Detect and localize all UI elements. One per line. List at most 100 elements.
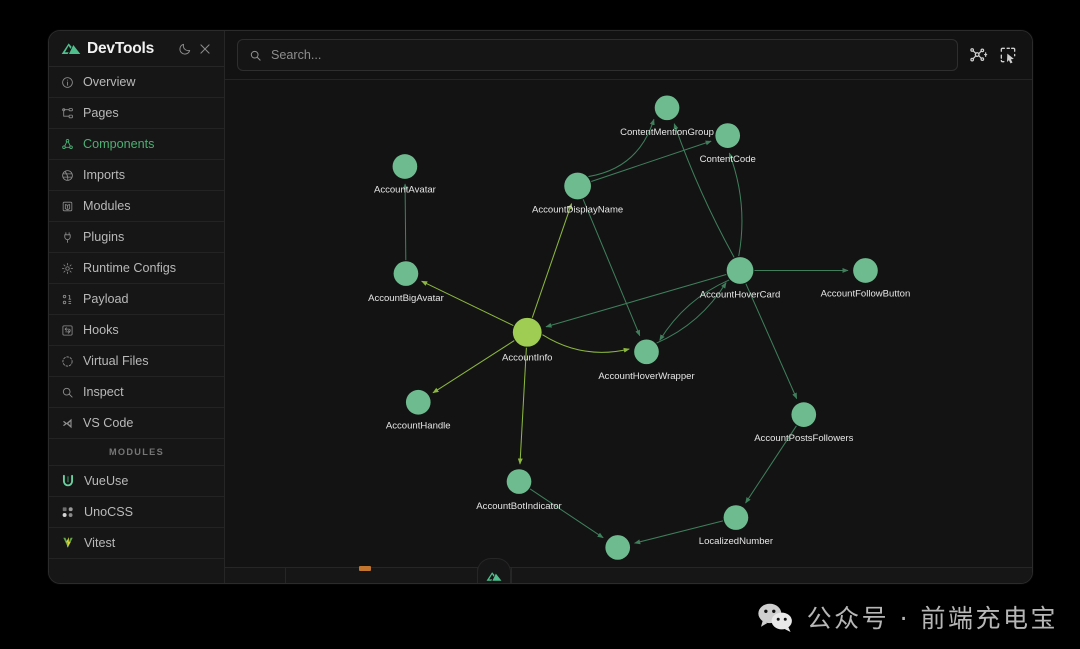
sidebar-item-label: Virtual Files [83,354,149,368]
nuxt-tab-button[interactable] [477,558,511,583]
graph-node-label: AccountFollowButton [821,289,911,300]
sidebar-item-label: Runtime Configs [83,261,177,275]
vitest-icon [61,536,75,550]
dashed-circle-icon [61,355,74,368]
graph-edge [745,283,798,400]
graph-node[interactable]: AccountBotIndicator [476,469,563,512]
graph-node[interactable]: AccountHandle [386,389,451,432]
component-graph[interactable]: ContentMentionGroup ContentCode AccountAva… [225,79,1032,567]
search-input[interactable] [271,48,946,62]
graph-node-circle[interactable] [853,258,878,283]
sidebar: DevTools Overview Pages Components Impor… [49,31,225,583]
sidebar-item-modules[interactable]: Modules [49,191,224,222]
graph-edge [432,340,515,394]
payload-icon [61,293,74,306]
graph-node[interactable]: AccountFollowButton [821,258,911,300]
sidebar-item-inspect[interactable]: Inspect [49,377,224,408]
sidebar-module-unocss[interactable]: UnoCSS [49,497,224,528]
graph-node-circle[interactable] [564,172,591,200]
graph-node-label: AccountHoverWrapper [598,371,695,382]
graph-node[interactable]: ContentMentionGroup [620,95,714,138]
graph-node-circle[interactable] [723,505,749,530]
imports-icon [61,169,74,182]
status-divider [511,568,512,583]
info-circle-icon [61,76,74,89]
graph-node-circle[interactable] [405,389,431,415]
sidebar-item-label: Components [83,137,155,151]
search-box[interactable] [237,39,958,71]
graph-settings-icon[interactable] [968,45,988,65]
graph-node-circle[interactable] [726,257,754,284]
sidebar-item-pages[interactable]: Pages [49,98,224,129]
graph-node-circle[interactable] [634,339,659,365]
graph-node[interactable]: AccountPostsFollowers [754,402,854,444]
vueuse-icon [61,474,75,488]
graph-edge [529,488,604,539]
devtools-panel: DevTools Overview Pages Components Impor… [48,30,1033,584]
graph-node-label: AccountHoverCard [700,290,781,301]
graph-node-circle[interactable] [392,154,418,179]
graph-edge [591,140,712,182]
sidebar-item-virtual-files[interactable]: Virtual Files [49,346,224,377]
close-icon[interactable] [198,42,212,56]
graph-node-circle[interactable] [393,261,419,286]
sidebar-item-label: Pages [83,106,119,120]
sidebar-module-label: UnoCSS [84,505,133,519]
moon-icon[interactable] [178,42,192,56]
brand-title: DevTools [87,39,155,57]
sidebar-item-label: VS Code [83,416,134,430]
graph-node[interactable]: CommonTooltip [585,535,651,567]
vscode-icon [61,417,74,430]
sidebar-item-runtime-configs[interactable]: Runtime Configs [49,253,224,284]
plug-icon [61,231,74,244]
graph-node-label: AccountAvatar [374,185,437,196]
graph-node-label: AccountPostsFollowers [754,433,853,444]
sidebar-item-label: Inspect [83,385,124,399]
main-area: ContentMentionGroup ContentCode AccountAva… [225,31,1032,583]
wechat-icon [756,602,796,632]
graph-node-label: ContentMentionGroup [620,127,714,138]
search-icon [61,386,74,399]
sidebar-item-payload[interactable]: Payload [49,284,224,315]
sidebar-item-label: Modules [83,199,131,213]
sidebar-item-overview[interactable]: Overview [49,67,224,98]
status-bar [225,558,1032,583]
sidebar-item-components[interactable]: Components [49,129,224,160]
sidebar-item-hooks[interactable]: Hooks [49,315,224,346]
sidebar-module-vitest[interactable]: Vitest [49,528,224,559]
sidebar-item-imports[interactable]: Imports [49,160,224,191]
graph-node-circle[interactable] [791,402,817,427]
status-progress-marker [359,566,371,571]
graph-node-circle[interactable] [654,95,680,121]
graph-canvas[interactable]: ContentMentionGroup ContentCode AccountAva… [225,80,1032,567]
graph-node-circle[interactable] [506,469,532,494]
select-area-icon[interactable] [998,45,1018,65]
unocss-icon [61,505,75,519]
graph-edge [517,347,527,465]
sidebar-item-vs-code[interactable]: VS Code [49,408,224,439]
graph-node[interactable]: AccountDisplayName [532,172,623,216]
nuxt-logo-icon [61,42,81,56]
graph-node-circle[interactable] [715,123,741,148]
sidebar-item-plugins[interactable]: Plugins [49,222,224,253]
graph-node[interactable]: AccountHoverWrapper [598,339,695,382]
graph-node-circle[interactable] [512,317,542,347]
nuxt-logo-icon [486,572,502,581]
gear-icon [61,262,74,275]
watermark: 公众号 · 前端充电宝 [756,599,1058,635]
graph-node[interactable]: AccountBigAvatar [368,261,445,304]
hooks-icon [61,324,74,337]
graph-node[interactable]: AccountAvatar [374,154,437,196]
components-icon [61,138,74,151]
graph-node-label: AccountHandle [386,420,451,431]
status-divider [285,568,286,583]
sidebar-item-label: Plugins [83,230,125,244]
graph-node-label: AccountInfo [502,353,552,364]
sidebar-module-vueuse[interactable]: VueUse [49,466,224,497]
sidebar-module-label: Vitest [84,536,116,550]
graph-node[interactable]: AccountInfo [502,317,552,364]
sidebar-header: DevTools [49,31,224,67]
watermark-text: 公众号 · 前端充电宝 [806,604,1058,633]
graph-node[interactable]: LocalizedNumber [699,505,774,547]
graph-node-circle[interactable] [605,535,631,560]
